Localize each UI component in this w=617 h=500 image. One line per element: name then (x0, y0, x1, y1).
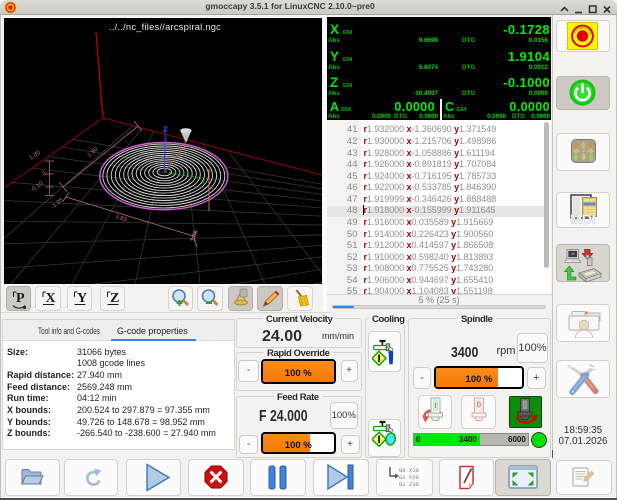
svg-text:0: 0 (477, 401, 482, 410)
svg-text:X: X (201, 179, 206, 186)
svg-text:MDI: MDI (570, 211, 596, 225)
svg-text:../../nc_files//arcspiral.ngc: ../../nc_files//arcspiral.ngc (109, 22, 221, 32)
